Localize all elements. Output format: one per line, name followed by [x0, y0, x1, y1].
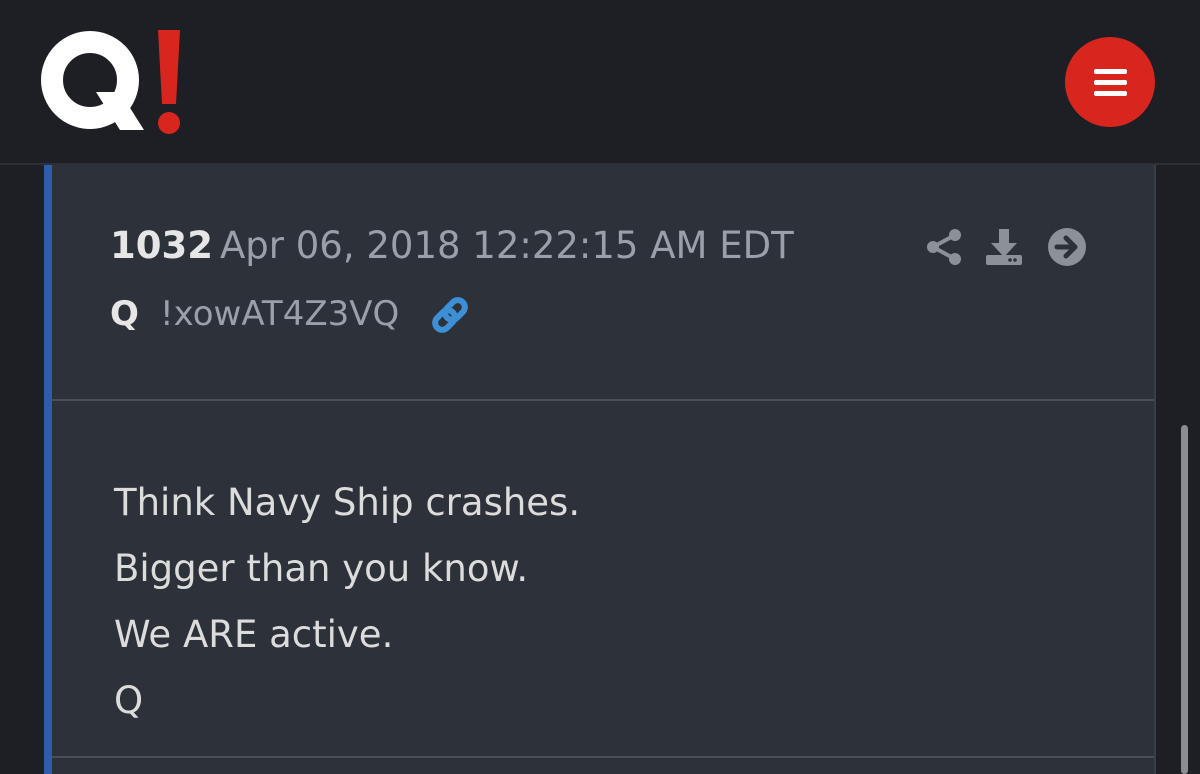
q-logo[interactable] [40, 22, 190, 140]
scrollbar[interactable] [1181, 425, 1188, 774]
post-body-line: Bigger than you know. [114, 547, 529, 590]
hamburger-menu-icon-bar [1094, 80, 1127, 85]
hamburger-menu-icon [1094, 69, 1127, 74]
header-divider [52, 399, 1154, 401]
menu-button[interactable] [1065, 37, 1155, 127]
download-icon[interactable] [984, 227, 1024, 267]
post-body-line: We ARE active. [114, 613, 394, 656]
page: 1032 Apr 06, 2018 12:22:15 AM EDT Q !xow… [0, 0, 1200, 774]
link-icon[interactable] [430, 295, 472, 335]
hamburger-menu-icon-bar [1094, 91, 1127, 96]
share-icon[interactable] [924, 227, 964, 267]
author-tripcode: !xowAT4Z3VQ [160, 294, 400, 334]
post-body-line: Q [114, 679, 144, 722]
top-header [0, 0, 1200, 165]
author-name: Q [110, 294, 139, 334]
post-header: 1032 Apr 06, 2018 12:22:15 AM EDT Q !xow… [52, 165, 1154, 399]
post-body: Think Navy Ship crashes. Bigger than you… [114, 470, 1114, 734]
post-date: Apr 06, 2018 12:22:15 AM EDT [220, 224, 794, 267]
post-number[interactable]: 1032 [110, 223, 213, 269]
footer-divider [52, 756, 1154, 758]
arrow-right-circle-icon[interactable] [1047, 227, 1087, 267]
post-accent-bar [44, 165, 52, 774]
post-card: 1032 Apr 06, 2018 12:22:15 AM EDT Q !xow… [52, 165, 1156, 774]
post-body-line: Think Navy Ship crashes. [114, 481, 581, 524]
